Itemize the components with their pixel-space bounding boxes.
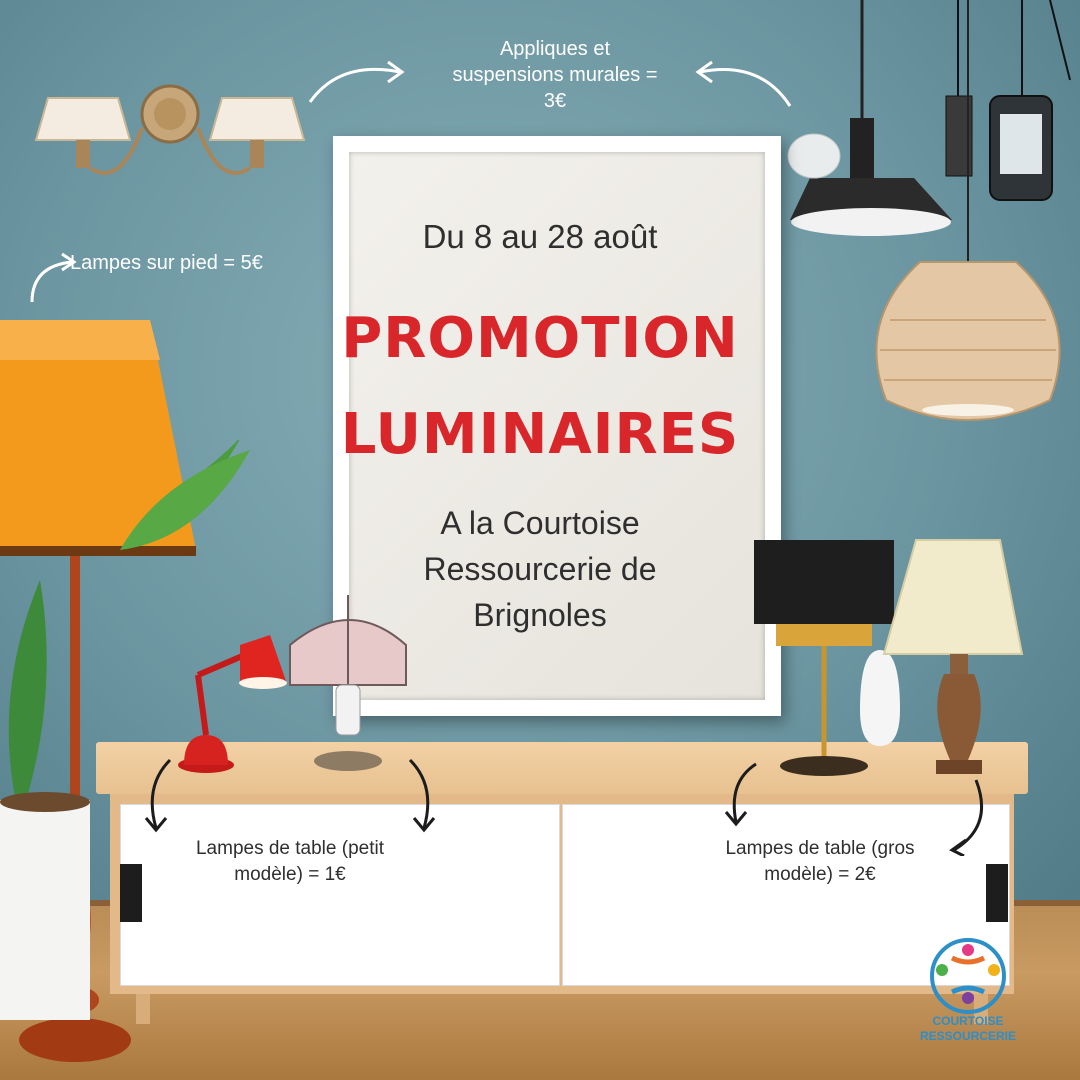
floor-lamps-price-label: Lampes sur pied = 5€ <box>70 252 263 274</box>
small-table-lamps-illustration <box>178 595 407 773</box>
curved-arrow-icon <box>408 758 436 833</box>
curved-arrow-icon <box>695 60 792 107</box>
promotion-title-line1: PROMOTION <box>341 306 739 371</box>
small-table-lamps-price-label: Lampes de table (petit modèle) = 1€ <box>150 836 430 888</box>
curved-arrow-icon <box>144 758 172 833</box>
curved-arrow-icon <box>308 60 405 103</box>
wall-lamps-label-line2: suspensions murales = <box>452 64 658 86</box>
big-table-lamps-illustration <box>754 539 1024 776</box>
wall-lamps-price-label: Appliques et suspensions murales = 3€ <box>420 36 690 114</box>
door-handle-left <box>120 864 142 922</box>
logo-emblem-icon <box>930 938 1006 1014</box>
logo-text-line1: COURTOISE <box>932 1014 1004 1028</box>
door-handle-right <box>986 864 1008 922</box>
sideboard-door-left <box>120 804 560 986</box>
small-table-label-line1: Lampes de table (petit <box>195 838 384 859</box>
big-table-lamps-price-label: Lampes de table (gros modèle) = 2€ <box>690 836 950 888</box>
courtoise-ressourcerie-logo: COURTOISE RESSOURCERIE <box>912 936 1024 1056</box>
curved-arrow-icon <box>30 252 77 303</box>
big-table-label-line2: modèle) = 2€ <box>764 864 876 885</box>
wall-lamps-label-line3: 3€ <box>543 90 567 112</box>
logo-text-line2: RESSOURCERIE <box>919 1029 1017 1043</box>
wall-sconce-illustration <box>34 84 306 175</box>
promotion-title-line2: LUMINAIRES <box>340 402 740 467</box>
small-table-label-line2: modèle) = 1€ <box>234 864 346 885</box>
curved-arrow-icon <box>724 762 757 827</box>
wall-lamps-label-line1: Appliques et <box>499 38 611 60</box>
sideboard-leg <box>136 994 150 1024</box>
big-table-label-line1: Lampes de table (gros <box>725 838 915 859</box>
